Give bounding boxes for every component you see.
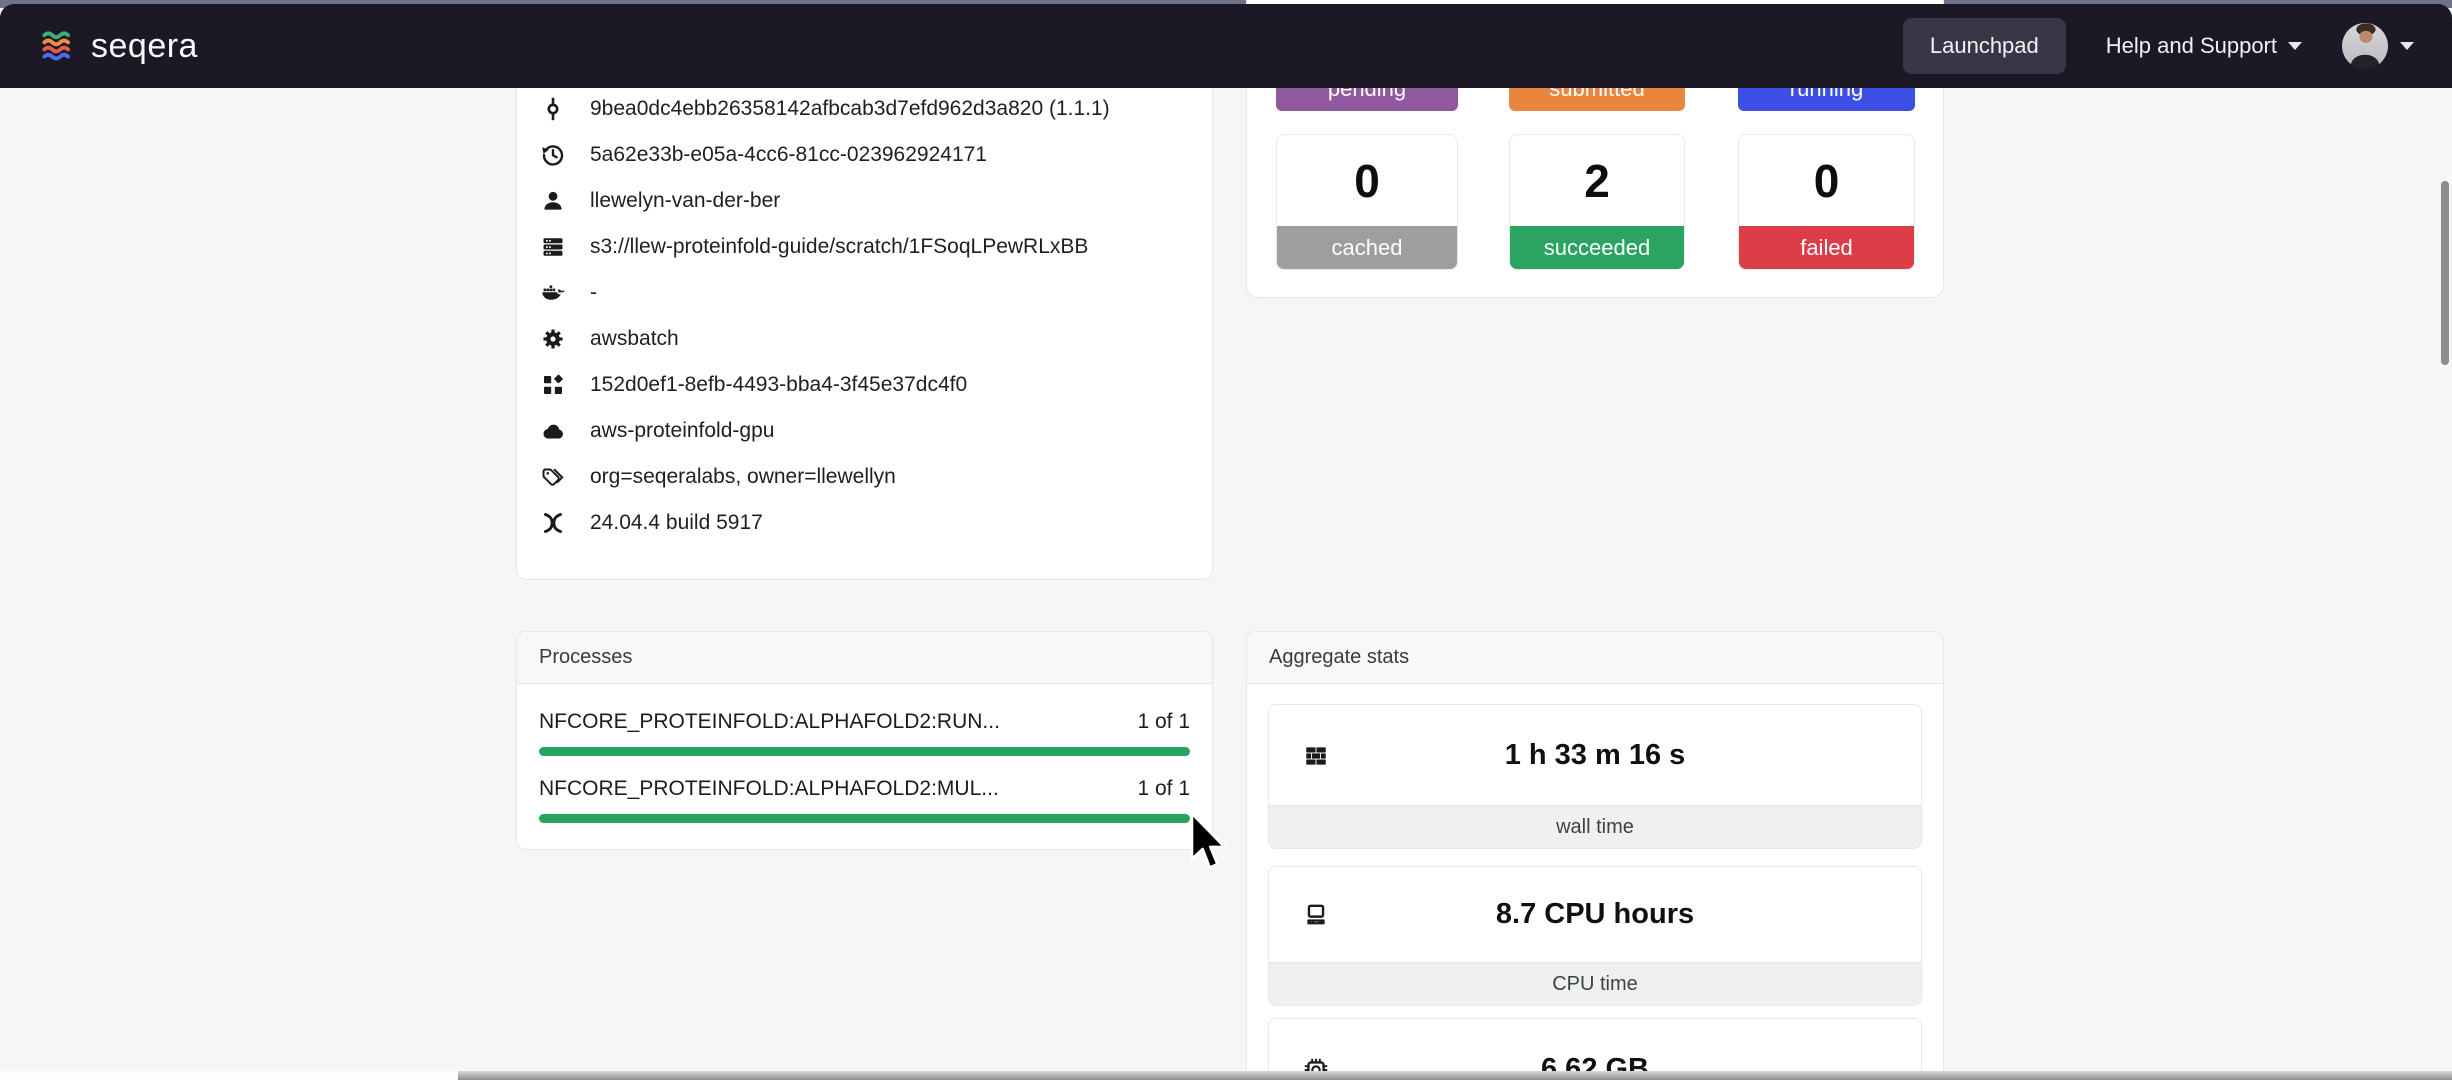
detail-row-tags: org=seqeralabs, owner=llewellyn (541, 454, 1188, 500)
process-row[interactable]: NFCORE_PROTEINFOLD:ALPHAFOLD2:MUL... 1 o… (539, 777, 1190, 823)
processes-card: Processes NFCORE_PROTEINFOLD:ALPHAFOLD2:… (516, 631, 1213, 850)
compute-env-value: 152d0ef1-8efb-4493-bba4-3f45e37dc4f0 (590, 373, 967, 397)
detail-row-compute-env: 152d0ef1-8efb-4493-bba4-3f45e37dc4f0 (541, 362, 1188, 408)
chevron-down-icon (2400, 42, 2414, 50)
failed-label: failed (1739, 226, 1914, 270)
status-card-succeeded: 2 succeeded (1509, 134, 1685, 270)
top-navbar: seqera Launchpad Help and Support (0, 4, 2452, 88)
cpu-time-icon (1303, 902, 1329, 928)
cpu-time-stat: 8.7 CPU hours CPU time (1268, 866, 1922, 1006)
wall-time-icon (1303, 743, 1329, 769)
session-id-value: 5a62e33b-e05a-4cc6-81cc-023962924171 (590, 143, 987, 167)
detail-row-user: llewelyn-van-der-ber (541, 178, 1188, 224)
executor-icon (541, 327, 565, 351)
run-details-card: 9bea0dc4ebb26358142afbcab3d7efd962d3a820… (516, 56, 1213, 580)
user-avatar-menu[interactable] (2342, 23, 2414, 69)
aggregate-stats-body: 1 h 33 m 16 s wall time 8.7 CPU hours CP… (1247, 684, 1943, 1080)
executor-value: awsbatch (590, 327, 679, 351)
bottom-left-edge (0, 1071, 458, 1080)
commit-icon (541, 97, 565, 121)
compute-env-name-value: aws-proteinfold-gpu (590, 419, 774, 443)
chevron-down-icon (2288, 42, 2302, 50)
mouse-cursor (1188, 812, 1230, 872)
processes-header: Processes (517, 632, 1212, 684)
detail-row-session: 5a62e33b-e05a-4cc6-81cc-023962924171 (541, 132, 1188, 178)
process-row[interactable]: NFCORE_PROTEINFOLD:ALPHAFOLD2:RUN... 1 o… (539, 710, 1190, 756)
bottom-window-edge (458, 1071, 2452, 1080)
aggregate-stats-card: Aggregate stats 1 h 33 m 16 s wall time (1246, 631, 1944, 1080)
processes-body: NFCORE_PROTEINFOLD:ALPHAFOLD2:RUN... 1 o… (517, 684, 1212, 823)
vertical-scrollbar-thumb[interactable] (2441, 181, 2449, 365)
process-progress-bar (539, 747, 1190, 756)
process-progress-count: 1 of 1 (1137, 777, 1190, 801)
username-value: llewelyn-van-der-ber (590, 189, 780, 213)
run-details-rows: 9bea0dc4ebb26358142afbcab3d7efd962d3a820… (517, 57, 1212, 546)
tags-icon (541, 465, 565, 489)
session-id-icon (541, 143, 565, 167)
cpu-time-label: CPU time (1269, 962, 1921, 1005)
nextflow-icon (541, 511, 565, 535)
process-progress-count: 1 of 1 (1137, 710, 1190, 734)
aggregate-stats-title: Aggregate stats (1269, 646, 1409, 669)
processes-title: Processes (539, 646, 632, 669)
user-icon (541, 189, 565, 213)
seqera-run-details-page: seqera Launchpad Help and Support (0, 0, 2452, 1080)
wall-time-stat: 1 h 33 m 16 s wall time (1268, 704, 1922, 849)
process-progress-bar (539, 814, 1190, 823)
cached-count: 0 (1277, 135, 1457, 226)
aggregate-stats-header: Aggregate stats (1247, 632, 1943, 684)
cloud-icon (541, 419, 565, 443)
commit-id-value: 9bea0dc4ebb26358142afbcab3d7efd962d3a820… (590, 97, 1110, 121)
wall-time-label: wall time (1269, 805, 1921, 848)
container-icon (541, 281, 565, 305)
compute-env-icon (541, 373, 565, 397)
tags-value: org=seqeralabs, owner=llewellyn (590, 465, 896, 489)
avatar (2342, 23, 2388, 69)
detail-row-commit: 9bea0dc4ebb26358142afbcab3d7efd962d3a820… (541, 86, 1188, 132)
status-card-cached: 0 cached (1276, 134, 1458, 270)
seqera-logo-icon (38, 27, 76, 65)
brand-name: seqera (91, 27, 198, 66)
status-card-failed: 0 failed (1738, 134, 1915, 270)
help-support-menu[interactable]: Help and Support (2106, 33, 2302, 59)
detail-row-executor: awsbatch (541, 316, 1188, 362)
succeeded-label: succeeded (1510, 226, 1684, 270)
failed-count: 0 (1739, 135, 1914, 226)
help-support-label: Help and Support (2106, 33, 2277, 59)
workdir-value: s3://llew-proteinfold-guide/scratch/1FSo… (590, 235, 1088, 259)
cpu-time-value: 8.7 CPU hours (1496, 898, 1694, 931)
wall-time-value: 1 h 33 m 16 s (1505, 739, 1686, 772)
succeeded-count: 2 (1510, 135, 1684, 226)
detail-row-nextflow-version: 24.04.4 build 5917 (541, 500, 1188, 546)
detail-row-workdir: s3://llew-proteinfold-guide/scratch/1FSo… (541, 224, 1188, 270)
work-directory-icon (541, 235, 565, 259)
seqera-logo[interactable]: seqera (38, 27, 198, 66)
cached-label: cached (1277, 226, 1457, 270)
nextflow-version-value: 24.04.4 build 5917 (590, 511, 763, 535)
process-name: NFCORE_PROTEINFOLD:ALPHAFOLD2:MUL... (539, 777, 999, 801)
detail-row-container: - (541, 270, 1188, 316)
process-name: NFCORE_PROTEINFOLD:ALPHAFOLD2:RUN... (539, 710, 1000, 734)
detail-row-compute-env-name: aws-proteinfold-gpu (541, 408, 1188, 454)
launchpad-button[interactable]: Launchpad (1903, 18, 2066, 74)
navbar-right-controls: Launchpad Help and Support (1903, 18, 2414, 74)
container-value: - (590, 281, 597, 305)
